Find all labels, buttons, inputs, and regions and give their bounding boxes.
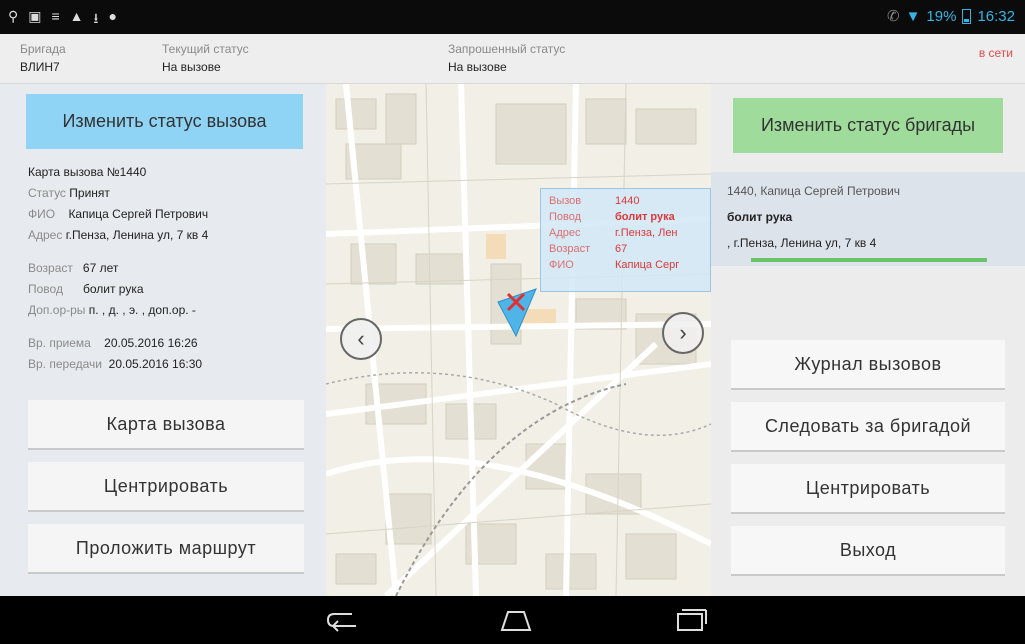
popup-age-value: 67 <box>615 243 628 255</box>
home-icon[interactable] <box>498 608 534 632</box>
system-navigation-bar <box>0 596 1025 644</box>
follow-brigade-button[interactable]: Следовать за бригадой <box>731 402 1005 452</box>
extra-label: Доп.ор-ры <box>28 303 86 317</box>
popup-age-row: Возраст 67 <box>549 241 702 257</box>
map-drawing <box>326 84 711 596</box>
current-status-info: Текущий статус На вызове <box>162 42 249 74</box>
popup-reason-row: Повод болит рука <box>549 209 702 225</box>
reason-row: Повод болит рука <box>28 279 318 300</box>
reason-label: Повод <box>28 282 63 296</box>
build-route-button[interactable]: Проложить маршрут <box>28 524 304 574</box>
fio-row: ФИО Капица Сергей Петрович <box>28 204 318 225</box>
download-icon: ⭳ <box>93 10 99 26</box>
popup-address-label: Адрес <box>549 227 581 239</box>
fio-label: ФИО <box>28 207 56 221</box>
popup-address-row: Адрес г.Пенза, Лен <box>549 225 702 241</box>
call-item-title: 1440, Капица Сергей Петрович <box>727 184 901 198</box>
current-status-value: На вызове <box>162 60 221 74</box>
bars-icon: ≡ <box>51 8 60 24</box>
chat-icon: ● <box>108 8 117 24</box>
transfer-value: 20.05.2016 16:30 <box>108 357 203 371</box>
call-card-details: Карта вызова №1440 Статус Принят ФИО Кап… <box>28 162 318 375</box>
image-icon: ▣ <box>28 8 42 24</box>
brigade-label: Бригада <box>20 42 66 56</box>
call-item-accent-bar <box>751 258 987 262</box>
transfer-label: Вр. передачи <box>28 357 102 371</box>
call-popup[interactable]: Вызов 1440 Повод болит рука Адрес г.Пенза, … <box>540 188 711 292</box>
call-card-button[interactable]: Карта вызова <box>28 400 304 450</box>
system-tray: ✆ ▼ 19% 16:32 <box>886 7 1015 26</box>
requested-status-label: Запрошенный статус <box>448 42 566 56</box>
back-icon[interactable] <box>326 608 362 632</box>
address-label: Адрес <box>28 228 63 242</box>
age-label: Возраст <box>28 261 73 275</box>
change-call-status-button[interactable]: Изменить статус вызова <box>26 94 303 149</box>
system-status-bar: ⚲ ▣ ≡ ▲ ⭳ ● ✆ ▼ 19% 16:32 <box>0 0 1025 34</box>
extra-value: п. , д. , э. , доп.ор. - <box>88 303 196 317</box>
chevron-left-icon[interactable]: ‹ <box>340 318 382 360</box>
transfer-time-row: Вр. передачи 20.05.2016 16:30 <box>28 354 318 375</box>
center-call-button[interactable]: Центрировать <box>28 462 304 512</box>
status-value: Принят <box>69 186 110 200</box>
popup-call-row: Вызов 1440 <box>549 193 702 209</box>
popup-reason-label: Повод <box>549 211 582 223</box>
wifi-icon: ▼ <box>905 7 921 25</box>
map-view[interactable]: Вызов 1440 Повод болит рука Адрес г.Пенза, … <box>326 84 711 596</box>
popup-call-value: 1440 <box>615 195 640 207</box>
reason-value: болит рука <box>82 282 144 296</box>
usb-icon: ⚲ <box>8 8 19 24</box>
warning-icon: ▲ <box>69 8 84 24</box>
current-status-label: Текущий статус <box>162 42 249 56</box>
brigade-info: Бригада ВЛИН7 <box>20 42 66 74</box>
battery-percent: 19% <box>926 7 957 25</box>
battery-icon <box>962 8 972 24</box>
exit-button[interactable]: Выход <box>731 526 1005 576</box>
call-log-button[interactable]: Журнал вызовов <box>731 340 1005 390</box>
change-brigade-status-button[interactable]: Изменить статус бригады <box>733 98 1003 153</box>
chevron-right-icon[interactable]: › <box>662 312 704 354</box>
popup-fio-value: Капица Серг <box>615 259 680 271</box>
requested-status-value: На вызове <box>448 60 507 74</box>
received-label: Вр. приема <box>28 336 91 350</box>
call-status-row: Статус Принят <box>28 183 318 204</box>
requested-status-info: Запрошенный статус На вызове <box>448 42 565 74</box>
brigade-value: ВЛИН7 <box>20 60 60 74</box>
address-value: г.Пенза, Ленина ул, 7 кв 4 <box>65 228 209 242</box>
popup-fio-label: ФИО <box>549 259 574 271</box>
popup-fio-row: ФИО Капица Серг <box>549 257 702 273</box>
call-panel: Изменить статус вызова Карта вызова №144… <box>0 84 326 596</box>
notification-icons: ⚲ ▣ ≡ ▲ ⭳ ● <box>8 8 117 32</box>
call-item-reason: болит рука <box>727 210 793 224</box>
popup-age-label: Возраст <box>549 243 591 255</box>
age-row: Возраст 67 лет <box>28 258 318 279</box>
signal-icon: ✆ <box>886 8 900 25</box>
popup-call-label: Вызов <box>549 195 582 207</box>
online-status: в сети <box>978 46 1013 60</box>
status-label: Статус <box>28 186 66 200</box>
popup-address-value: г.Пенза, Лен <box>615 227 678 239</box>
age-value: 67 лет <box>82 261 119 275</box>
call-item-address: , г.Пенза, Ленина ул, 7 кв 4 <box>727 236 877 250</box>
address-row: Адрес г.Пенза, Ленина ул, 7 кв 4 <box>28 225 318 246</box>
fio-value: Капица Сергей Петрович <box>68 207 209 221</box>
call-card-title: Карта вызова №1440 <box>28 165 147 179</box>
active-call-item[interactable]: 1440, Капица Сергей Петрович болит рука … <box>711 172 1025 266</box>
brigade-panel: Изменить статус бригады 1440, Капица Сер… <box>711 84 1025 596</box>
info-header: Бригада ВЛИН7 Текущий статус На вызове З… <box>0 34 1025 84</box>
center-brigade-button[interactable]: Центрировать <box>731 464 1005 514</box>
extra-row: Доп.ор-ры п. , д. , э. , доп.ор. - <box>28 300 318 321</box>
clock: 16:32 <box>977 7 1015 25</box>
received-value: 20.05.2016 16:26 <box>104 336 198 350</box>
received-time-row: Вр. приема 20.05.2016 16:26 <box>28 333 318 354</box>
popup-reason-value: болит рука <box>615 211 675 223</box>
recent-apps-icon[interactable] <box>672 606 708 632</box>
